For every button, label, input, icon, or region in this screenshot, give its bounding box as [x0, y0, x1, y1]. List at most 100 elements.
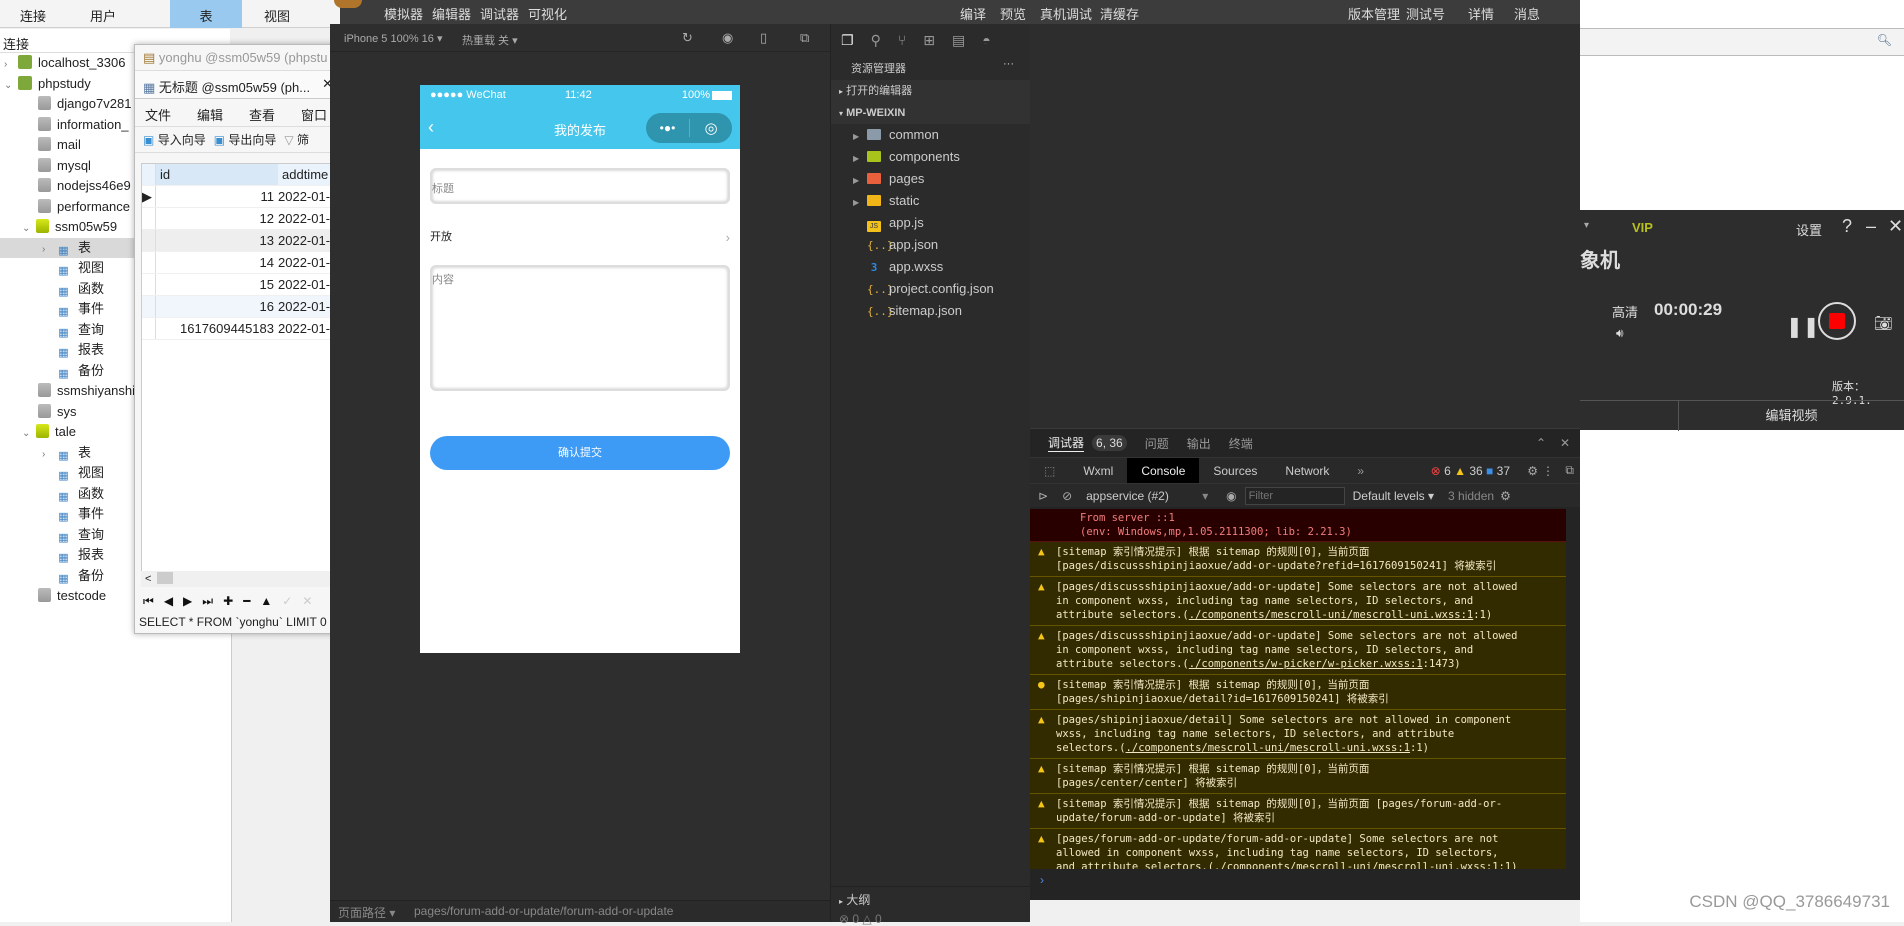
toolbar-connect[interactable]: 连接	[20, 6, 46, 25]
menu-test-account[interactable]: 测试号	[1406, 4, 1445, 23]
table-row[interactable]: 14 2022-01-0	[142, 252, 340, 274]
horizontal-scrollbar[interactable]: <	[141, 571, 339, 587]
extensions-icon[interactable]: ⊞	[923, 32, 935, 48]
hot-reload-toggle[interactable]: 热重载 关 ▾	[462, 32, 518, 48]
outline-section[interactable]: ▸ 大纲 ⊗ 0 △ 0	[831, 886, 1031, 926]
query-tab[interactable]: ▦ 无标题 @ssm05w59 (ph... ✕	[135, 71, 339, 99]
first-record-icon[interactable]: ⏮	[143, 594, 154, 609]
subtab-console[interactable]: Console	[1127, 457, 1200, 484]
collapse-icon[interactable]: ⌃	[1536, 436, 1546, 450]
column-id[interactable]: id	[156, 164, 278, 185]
add-record-icon[interactable]: ✚	[223, 594, 233, 609]
folder-item[interactable]: ▶ static	[831, 190, 1030, 212]
close-panel-icon[interactable]: ✕	[1560, 436, 1570, 450]
table-row[interactable]: 15 2022-01-0	[142, 274, 340, 296]
expand-icon[interactable]: ▶	[853, 148, 867, 170]
menu-compile[interactable]: 编译	[960, 4, 986, 23]
menu-version[interactable]: 版本管理	[1348, 4, 1400, 23]
chevron-icon[interactable]: ⌄	[22, 424, 36, 444]
menu-remote-debug[interactable]: 真机调试	[1040, 4, 1092, 23]
menu-debugger[interactable]: 调试器	[480, 4, 519, 23]
menu-edit[interactable]: 编辑	[197, 105, 223, 123]
camera-icon[interactable]: 📷︎	[1874, 314, 1893, 332]
window-icon[interactable]: ⧉	[800, 30, 809, 46]
check-icon[interactable]: ✓	[282, 594, 292, 609]
chevron-icon[interactable]: ›	[42, 445, 56, 465]
console-settings-icon[interactable]: ⚙	[1500, 489, 1511, 503]
open-editors-section[interactable]: ▸ 打开的编辑器	[831, 80, 1030, 102]
table-row[interactable]: 13 2022-01-0	[142, 230, 340, 252]
folder-item[interactable]: ▶ pages	[831, 168, 1030, 190]
cell-id[interactable]: 11	[156, 186, 278, 207]
expand-icon[interactable]: ▶	[853, 170, 867, 192]
minimize-icon[interactable]: –	[1866, 216, 1876, 237]
table-row[interactable]: ▶ 11 2022-01-0	[142, 186, 340, 208]
settings-button[interactable]: 设置	[1796, 220, 1822, 239]
dropdown-icon[interactable]: ▾	[1584, 220, 1589, 231]
folder-item[interactable]: ▶ components	[831, 146, 1030, 168]
cancel-icon[interactable]: ✕	[302, 594, 312, 609]
menu-details[interactable]: 详情	[1468, 4, 1494, 23]
clear-console-icon[interactable]: ⊘	[1056, 489, 1078, 503]
cell-id[interactable]: 16	[156, 296, 278, 317]
submit-button[interactable]: 确认提交	[430, 436, 730, 470]
chevron-icon[interactable]: ⌄	[4, 76, 18, 96]
toolbar-view[interactable]: 视图	[264, 6, 290, 25]
subtab-wxml[interactable]: Wxml	[1069, 458, 1127, 484]
project-section[interactable]: ▾ MP-WEIXIN	[831, 102, 1030, 124]
menu-window[interactable]: 窗口	[301, 105, 327, 123]
source-link[interactable]: ./components/mescroll-uni/mescroll-uni.w…	[1189, 609, 1473, 621]
content-textarea[interactable]: 内容	[430, 265, 730, 391]
delete-record-icon[interactable]: ━	[243, 594, 250, 609]
menu-view[interactable]: 查看	[249, 105, 275, 123]
eye-icon[interactable]: ◉	[1218, 489, 1244, 503]
cell-id[interactable]: 12	[156, 208, 278, 229]
filter-input[interactable]	[1244, 486, 1345, 505]
folder-item[interactable]: ▶ common	[831, 124, 1030, 146]
source-link[interactable]: ./components/mescroll-uni/mescroll-uni.w…	[1214, 861, 1498, 869]
pause-icon[interactable]: ❚❚	[1786, 314, 1820, 339]
page-path-label[interactable]: 页面路径 ▾	[338, 904, 395, 921]
menu-visualize[interactable]: 可视化	[528, 4, 567, 23]
menu-messages[interactable]: 消息	[1514, 4, 1540, 23]
search-icon[interactable]: 🔍︎	[1877, 33, 1892, 47]
filter-button[interactable]: ▽ 筛	[284, 131, 309, 148]
dock-icon[interactable]: ⧉	[1565, 463, 1574, 478]
source-control-icon[interactable]: ⑂	[898, 32, 906, 48]
menu-editor[interactable]: 编辑器	[432, 4, 471, 23]
tab-debugger[interactable]: 调试器	[1048, 434, 1085, 452]
expand-icon[interactable]: ▶	[853, 126, 867, 148]
close-miniprogram-icon[interactable]: ◎	[690, 119, 732, 137]
cell-id[interactable]: 15	[156, 274, 278, 295]
search-icon[interactable]: ⚲	[871, 32, 881, 48]
files-icon[interactable]: ❐	[841, 32, 854, 48]
cell-id[interactable]: 13	[156, 230, 278, 251]
table-row[interactable]: 16 2022-01-0	[142, 296, 340, 318]
toolbar-table[interactable]: 表	[170, 0, 242, 28]
edit-video-button[interactable]: 编辑视频	[1678, 401, 1904, 431]
subtab-sources[interactable]: Sources	[1199, 458, 1271, 484]
sidebar-toggle-icon[interactable]: ⊳	[1030, 489, 1056, 503]
cell-id[interactable]: 14	[156, 252, 278, 273]
volume-icon[interactable]: 🔊︎	[1616, 326, 1624, 341]
apply-icon[interactable]: ▲	[260, 594, 272, 609]
menu-clear-cache[interactable]: 清缓存	[1100, 4, 1139, 23]
chevron-icon[interactable]: ›	[4, 55, 18, 75]
file-item[interactable]: {..}app.json	[831, 234, 1030, 256]
toolbar-user[interactable]: 用户	[90, 6, 116, 25]
next-record-icon[interactable]: ▶	[183, 594, 192, 609]
settings-icon[interactable]: ⚙	[1527, 464, 1538, 478]
file-item[interactable]: {..}project.config.json	[831, 278, 1030, 300]
chevron-icon[interactable]: ⌄	[22, 219, 36, 239]
menu-file[interactable]: 文件	[145, 105, 171, 123]
tab-terminal[interactable]: 终端	[1229, 435, 1253, 452]
close-icon[interactable]: ✕	[1888, 216, 1903, 237]
cell-id[interactable]: 1617609445183	[156, 318, 278, 339]
console-input[interactable]: ›	[1030, 869, 1566, 899]
tab-output[interactable]: 输出	[1187, 435, 1211, 452]
expand-icon[interactable]: ▶	[853, 192, 867, 214]
refresh-icon[interactable]: ↻	[682, 30, 693, 46]
kebab-icon[interactable]: ⋮	[1542, 464, 1554, 478]
chevron-right-icon[interactable]: ›	[726, 230, 730, 245]
more-icon[interactable]: •●•	[646, 121, 689, 135]
